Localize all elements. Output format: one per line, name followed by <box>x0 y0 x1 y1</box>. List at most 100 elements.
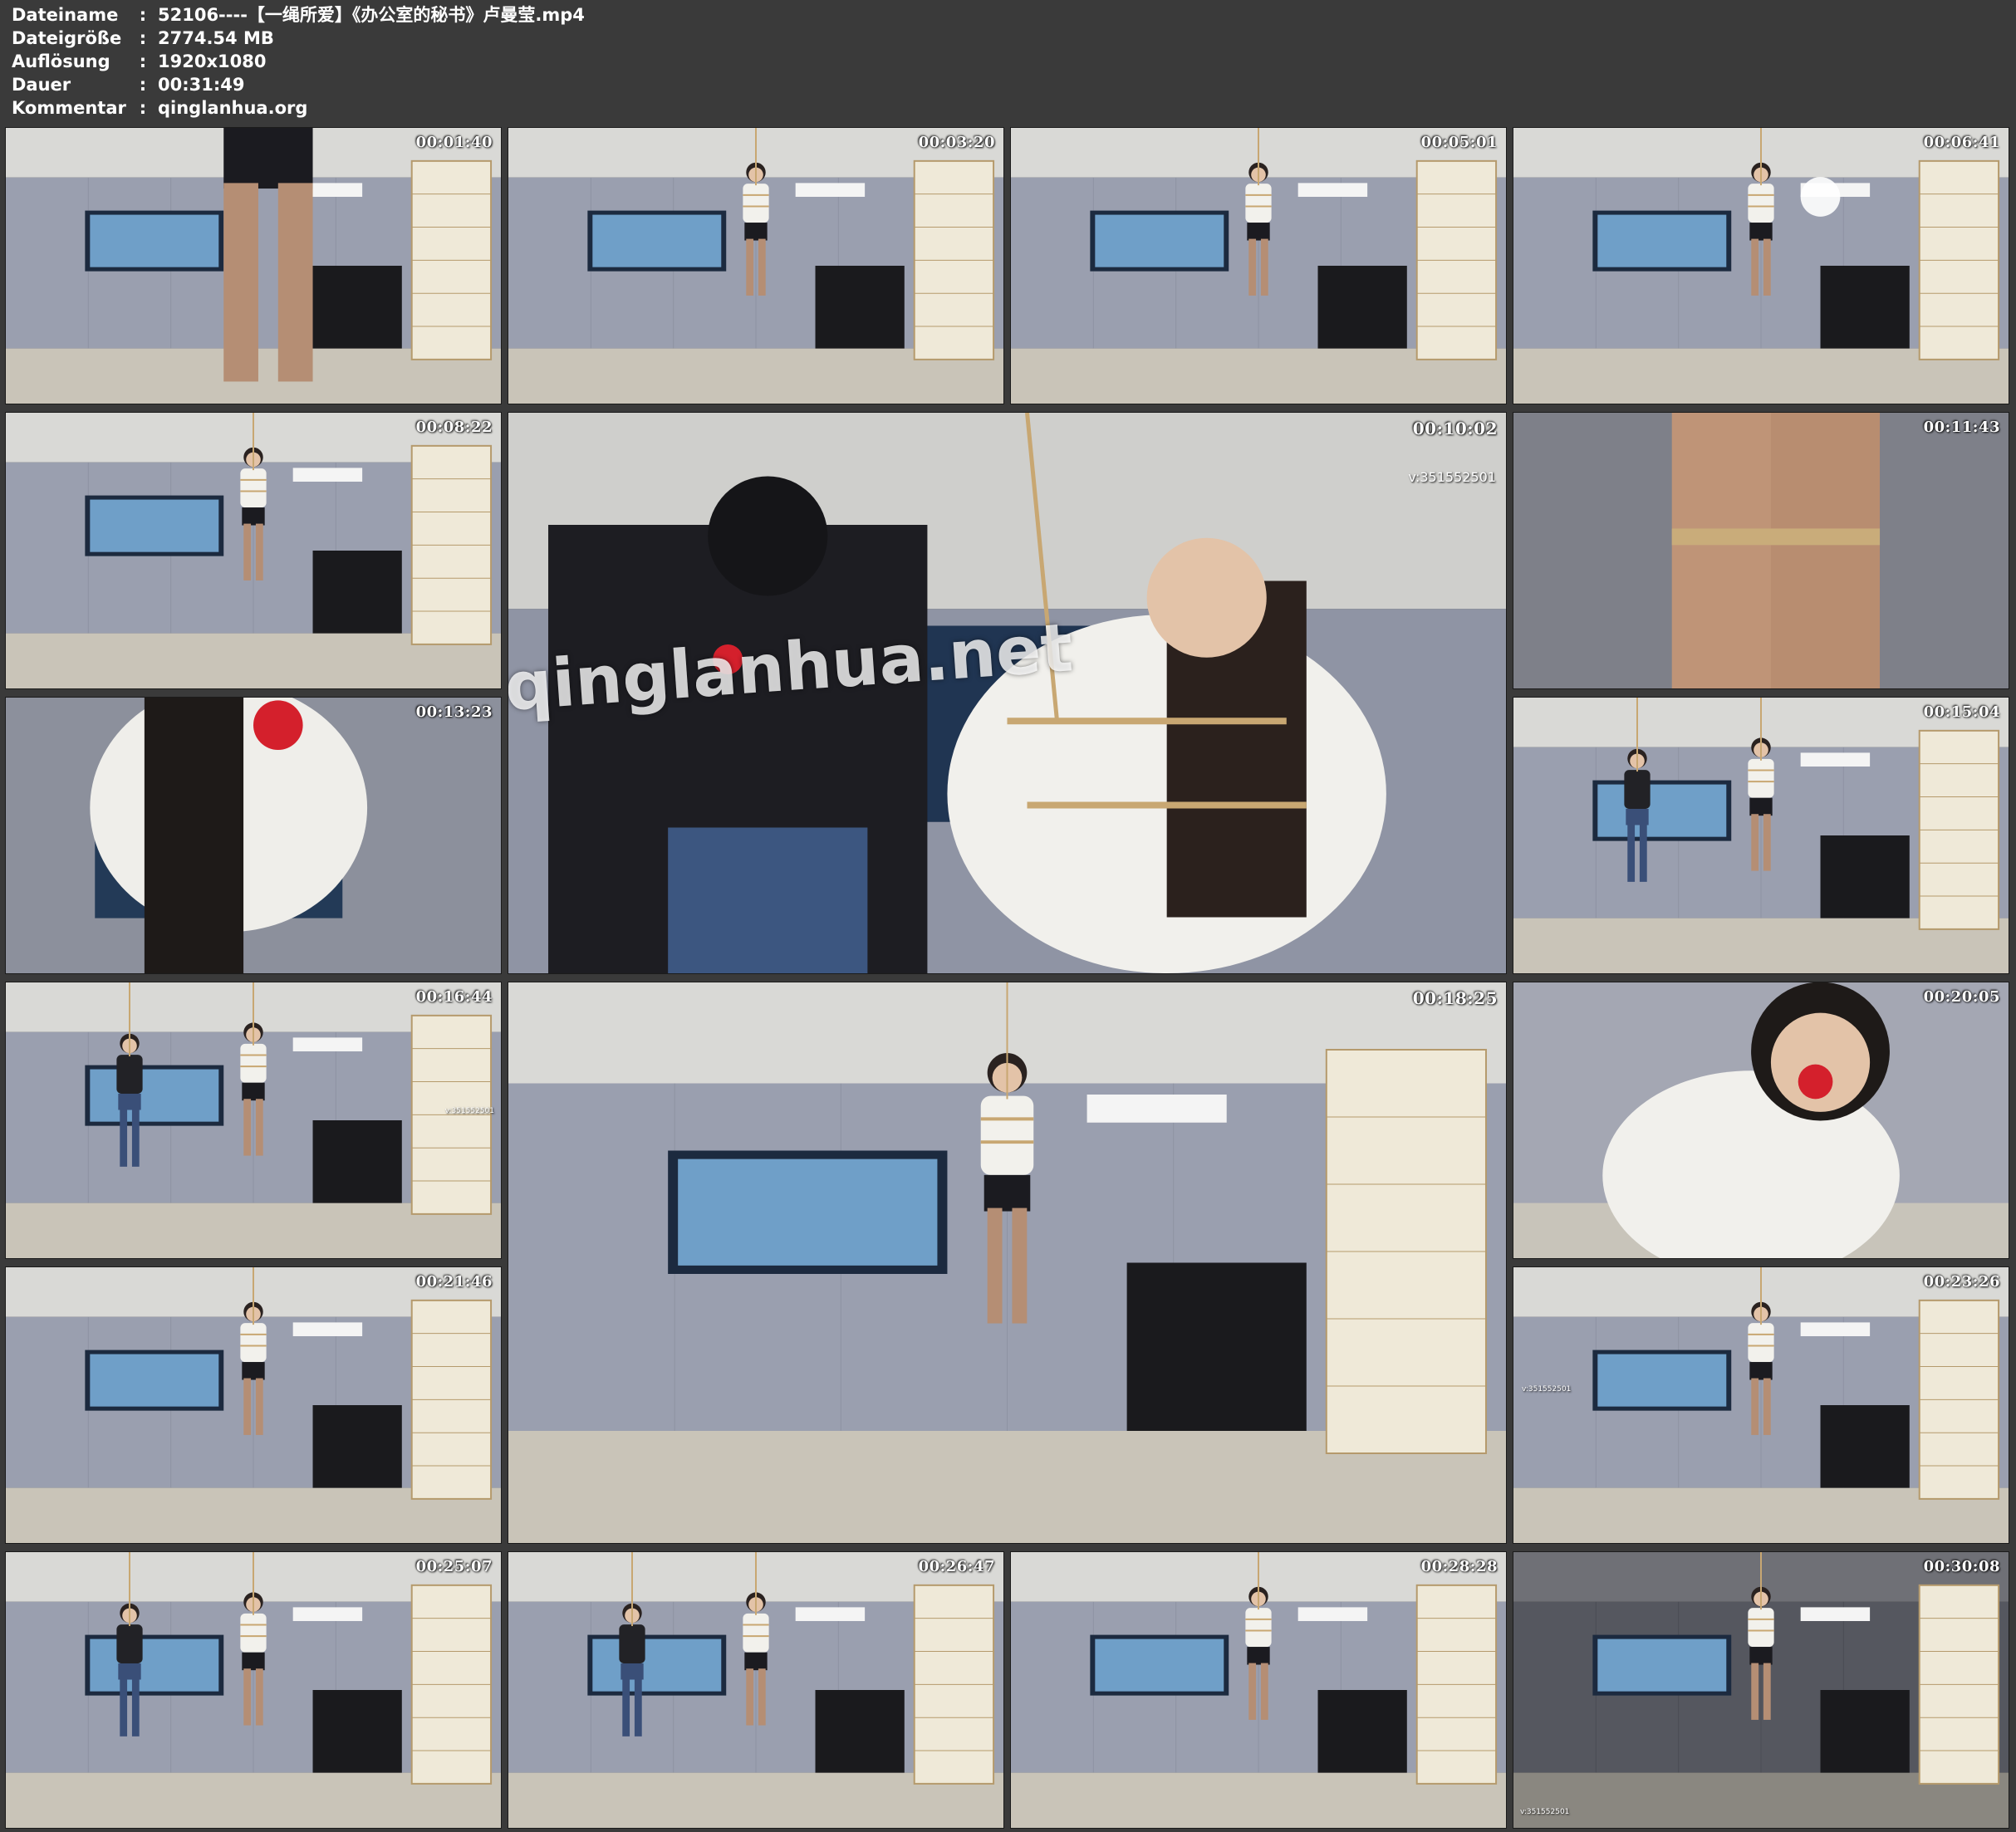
info-key: Dauer <box>12 75 71 95</box>
person-leg <box>1751 238 1759 296</box>
person-face <box>1146 537 1267 658</box>
thumbnail[interactable]: 00:13:23 <box>5 697 502 974</box>
person-leg <box>243 1668 252 1726</box>
person-leg <box>758 238 766 296</box>
timestamp-label: 00:20:05 <box>1923 988 2000 1006</box>
person-jeans <box>668 827 868 973</box>
person-torso <box>240 1043 267 1083</box>
tv-screen <box>1597 214 1727 267</box>
thumbnail[interactable]: 00:16:44 v:351552501 <box>5 982 502 1259</box>
timestamp-label: 00:06:41 <box>1923 134 2000 151</box>
thumbnail-large[interactable]: 00:10:02 v:351552501 qinglanhua.net <box>508 412 1507 974</box>
thumbnail[interactable]: 00:28:28 <box>1010 1551 1507 1829</box>
person-leg <box>255 1668 263 1726</box>
person-leg <box>120 1679 128 1736</box>
timestamp-label: 00:13:23 <box>415 703 493 721</box>
video-id-overlay: v:351552501 <box>1522 1385 1572 1394</box>
thumbnail[interactable]: 00:05:01 <box>1010 127 1507 404</box>
person-jeans <box>118 1093 141 1110</box>
person-leg <box>1770 413 1881 688</box>
person-leg <box>1751 1378 1759 1435</box>
person-leg <box>987 1207 1003 1324</box>
thumbnail[interactable]: 00:01:40 <box>5 127 502 404</box>
person-leg <box>223 183 258 382</box>
person-skirt <box>242 1362 265 1380</box>
scene-illustration <box>1513 1267 2009 1543</box>
thumbnail[interactable]: 00:20:05 <box>1513 982 2009 1259</box>
timestamp-label: 00:21:46 <box>415 1273 493 1291</box>
person-torso <box>116 1055 143 1094</box>
thumbnail[interactable]: 00:26:47 <box>508 1551 1004 1829</box>
info-separator: : <box>139 51 147 71</box>
thumbnail[interactable]: 00:08:22 <box>5 412 502 689</box>
info-separator: : <box>139 75 147 95</box>
person-hair <box>144 698 244 973</box>
person-leg <box>1260 238 1268 296</box>
tv-screen <box>592 1639 722 1692</box>
info-row-filename: Dateiname : 52106----【一绳所爱】《办公室的秘书》卢曼莹.m… <box>12 3 585 27</box>
timestamp-label: 00:18:25 <box>1412 988 1498 1008</box>
person-leg <box>746 238 754 296</box>
person-skirt <box>1247 223 1270 241</box>
person-leg <box>746 1668 754 1726</box>
person-skirt <box>242 1082 265 1101</box>
person-leg <box>1763 1378 1771 1435</box>
person-skirt <box>223 128 313 189</box>
thumbnail[interactable]: 00:15:04 <box>1513 697 2009 974</box>
scene-illustration <box>6 1552 501 1828</box>
person-leg <box>1012 1207 1028 1324</box>
person-leg <box>255 523 263 580</box>
info-row-resolution: Auflösung : 1920x1080 <box>12 50 585 73</box>
air-conditioner <box>292 1037 363 1051</box>
person-leg <box>1763 814 1771 871</box>
person-torso <box>1624 770 1651 809</box>
person-torso <box>1748 758 1774 798</box>
person-skirt <box>1749 1647 1773 1665</box>
thumbnail[interactable]: 00:23:26 v:351552501 <box>1513 1266 2009 1544</box>
info-separator: : <box>139 28 147 48</box>
person-skirt <box>1749 223 1773 241</box>
video-id-overlay: v:351552501 <box>1520 1808 1570 1816</box>
person-leg <box>622 1679 630 1736</box>
person-leg <box>1763 238 1771 296</box>
tv-screen <box>1597 784 1727 837</box>
thumbnail[interactable]: 00:03:20 <box>508 127 1004 404</box>
scene-illustration <box>1011 128 1506 404</box>
person-torso <box>1748 1323 1774 1363</box>
piano <box>312 1120 402 1203</box>
person-skirt <box>1247 1647 1270 1665</box>
air-conditioner <box>795 1607 866 1621</box>
air-conditioner <box>292 468 363 482</box>
air-conditioner <box>1297 1607 1368 1621</box>
thumbnail[interactable]: 00:11:43 <box>1513 412 2009 689</box>
person-leg <box>131 1679 140 1736</box>
thumbnail[interactable]: 00:30:08 v:351552501 <box>1513 1551 2009 1829</box>
person-leg <box>1751 1663 1759 1720</box>
info-row-duration: Dauer : 00:31:49 <box>12 73 585 96</box>
info-value: qinglanhua.org <box>158 98 308 118</box>
person-leg <box>634 1679 642 1736</box>
person-leg <box>1627 825 1636 882</box>
person-skirt <box>242 1652 265 1671</box>
tv-screen <box>90 499 219 552</box>
timestamp-label: 00:16:44 <box>415 988 493 1006</box>
person-torso <box>240 468 267 508</box>
tv-screen <box>678 1158 938 1266</box>
thumbnail-large[interactable]: 00:18:25 <box>508 982 1507 1544</box>
thumbnail-grid: 00:01:40 00:03:20 00:05:01 00:06:41 00:0… <box>5 127 2012 1829</box>
person-leg <box>1639 825 1647 882</box>
person-leg <box>255 1378 263 1435</box>
thumbnail[interactable]: 00:21:46 <box>5 1266 502 1544</box>
scene-illustration <box>6 128 501 404</box>
person-leg <box>120 1109 128 1167</box>
thumbnail[interactable]: 00:25:07 <box>5 1551 502 1829</box>
person-skirt <box>744 223 768 241</box>
piano <box>1126 1262 1307 1431</box>
piano <box>1317 266 1407 349</box>
scene-illustration <box>1011 1552 1506 1828</box>
air-conditioner <box>292 1322 363 1336</box>
piano <box>312 1405 402 1488</box>
thumbnail[interactable]: 00:06:41 <box>1513 127 2009 404</box>
person-leg <box>1751 814 1759 871</box>
light-flare <box>1800 177 1841 217</box>
